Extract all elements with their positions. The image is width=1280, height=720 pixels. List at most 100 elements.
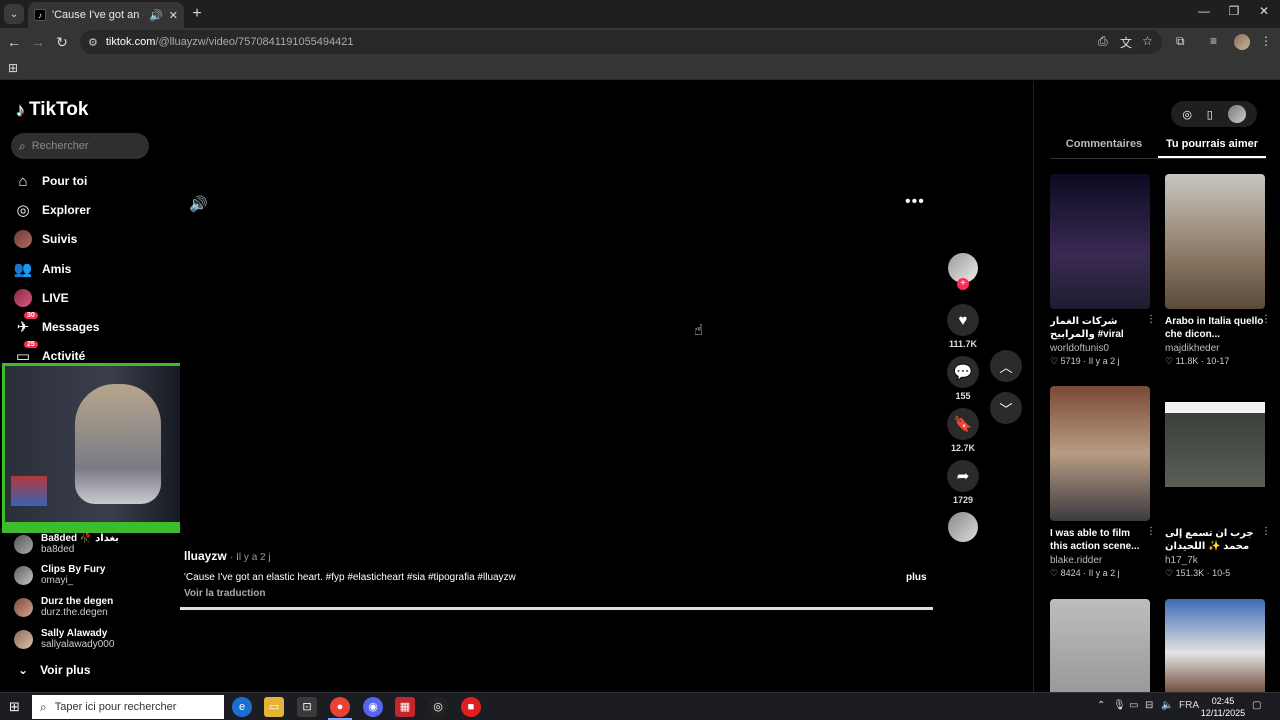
suggested-video-card[interactable]: جرب ان تسمع إلى محمد ✨ اللحيدان راحه نفس…	[1165, 386, 1271, 579]
search-input[interactable]	[31, 140, 132, 152]
volume-icon[interactable]: 🔊	[189, 195, 208, 213]
account-avatar	[14, 597, 33, 617]
card-meta: ♡ 5719 · Il y a 2 j	[1050, 356, 1120, 366]
video-thumbnail[interactable]	[1165, 386, 1265, 521]
video-player[interactable]	[180, 181, 933, 611]
tab-comments[interactable]: Commentaires	[1050, 138, 1158, 158]
more-options-icon[interactable]: ⋮	[1146, 314, 1156, 325]
video-thumbnail[interactable]	[1050, 174, 1150, 309]
voicemeeter-icon[interactable]: ▦	[395, 697, 415, 717]
account-name: Ba8ded 🥀 بغداد	[41, 533, 119, 544]
nav-explore[interactable]: ◎ Explorer	[14, 199, 90, 221]
address-bar[interactable]: ⚙ tiktok.com /@lluayzw/video/75708411910…	[80, 30, 1162, 54]
account-handle: durz.the.degen	[41, 607, 108, 618]
new-tab-button[interactable]: +	[188, 5, 206, 23]
nav-messages[interactable]: ✈ 30 Messages	[14, 312, 100, 338]
like-action[interactable]: ♥ 111.7K	[947, 304, 979, 349]
edge-icon[interactable]: e	[232, 697, 252, 717]
tiktok-logo[interactable]: ♪ TikTok	[16, 99, 88, 121]
more-options-icon[interactable]: ⋮	[1146, 526, 1156, 537]
notification-icon[interactable]: ▢	[1252, 700, 1261, 711]
search-box[interactable]: ⌕	[11, 133, 149, 159]
comment-action[interactable]: 💬 155	[947, 356, 979, 401]
taskbar-clock[interactable]: 02:45 12/11/2025	[1200, 695, 1246, 719]
taskbar-search[interactable]: ⌕ Taper ici pour rechercher	[32, 695, 224, 719]
card-user: worldoftunis0	[1050, 343, 1109, 354]
suggested-video-card[interactable]: شركات الغمار والمرابيح #viral worldoftun…	[1050, 174, 1156, 367]
nav-for-you[interactable]: ⌂ Pour toi	[14, 170, 87, 192]
following-account-durz[interactable]: Durz the degen durz.the.degen	[14, 596, 113, 618]
see-translation-button[interactable]: Voir la traduction	[184, 588, 266, 599]
clock-date: 12/11/2025	[1200, 708, 1246, 718]
music-disc-avatar[interactable]	[948, 512, 978, 542]
video-progress-bar[interactable]	[180, 607, 933, 610]
video-thumbnail[interactable]	[1050, 386, 1150, 521]
suggested-video-card[interactable]: I was able to film this action scene... …	[1050, 386, 1156, 579]
extensions-icon[interactable]: ⧉	[1176, 34, 1185, 49]
following-account-ba8ded[interactable]: Ba8ded 🥀 بغداد ba8ded	[14, 533, 119, 555]
previous-video-button[interactable]: ︿	[990, 350, 1022, 382]
more-options-icon[interactable]: •••	[905, 193, 925, 211]
media-controls-icon[interactable]: ≡	[1210, 34, 1217, 48]
nav-live[interactable]: LIVE	[14, 287, 69, 309]
apps-grid-icon[interactable]: ⊞	[8, 61, 18, 75]
video-thumbnail[interactable]	[1165, 174, 1265, 309]
language-indicator[interactable]: FRA	[1179, 700, 1199, 711]
file-explorer-icon[interactable]: ▭	[264, 697, 284, 717]
browser-tab-active[interactable]: ♪ 'Cause I've got an elastic he... 🔊 ✕	[28, 2, 184, 28]
volume-tray-icon[interactable]: 🔈	[1161, 700, 1173, 711]
obs-icon[interactable]: ◎	[428, 697, 448, 717]
caption-more-button[interactable]: plus	[906, 572, 927, 583]
windows-start-icon[interactable]: ⊞	[9, 699, 20, 715]
share-icon: ➦	[947, 460, 979, 492]
tab-you-may-like[interactable]: Tu pourrais aimer	[1158, 138, 1266, 158]
nav-friends[interactable]: 👥 Amis	[14, 258, 72, 280]
tab-title: 'Cause I've got an elastic he...	[52, 9, 143, 21]
user-avatar[interactable]	[1227, 105, 1246, 123]
profile-avatar[interactable]	[1234, 34, 1250, 50]
follow-plus-icon[interactable]: +	[957, 278, 969, 290]
speaker-icon[interactable]: 🔊	[149, 9, 163, 22]
next-video-button[interactable]: ﹀	[990, 392, 1022, 424]
restore-icon[interactable]: ❐	[1224, 4, 1244, 18]
following-account-clips-by-fury[interactable]: Clips By Fury omayi_	[14, 564, 105, 586]
forward-icon[interactable]: →	[28, 32, 48, 52]
phone-icon[interactable]: ▯	[1207, 108, 1213, 121]
more-options-icon[interactable]: ⋮	[1261, 314, 1271, 325]
nav-following[interactable]: Suivis	[14, 228, 77, 250]
minimize-icon[interactable]: —	[1194, 4, 1214, 18]
nav-label: Messages	[42, 320, 100, 334]
more-options-icon[interactable]: ⋮	[1261, 526, 1271, 537]
card-meta: ♡ 151.3K · 10-5	[1165, 568, 1231, 578]
browser-menu-icon[interactable]: ⋮	[1260, 34, 1272, 48]
window-close-icon[interactable]: ✕	[1254, 4, 1274, 18]
display-icon[interactable]: ▭	[1129, 700, 1138, 711]
recording-app-icon[interactable]: ■	[461, 697, 481, 717]
network-icon[interactable]: ⊟	[1145, 700, 1153, 711]
tray-chevron-icon[interactable]: ⌃	[1097, 700, 1105, 711]
video-author[interactable]: lluayzw · Il y a 2 j	[184, 549, 271, 563]
microphone-icon[interactable]: 🎙	[1113, 700, 1126, 711]
install-app-icon[interactable]: ⎙	[1098, 34, 1108, 49]
reload-icon[interactable]: ↻	[52, 32, 72, 52]
browser-tabstrip: ⌄ ♪ 'Cause I've got an elastic he... 🔊 ✕…	[0, 0, 1280, 28]
tab-search-button[interactable]: ⌄	[4, 4, 24, 24]
account-name: Sally Alawady	[41, 628, 108, 639]
site-info-icon[interactable]: ⚙	[88, 36, 98, 49]
discord-icon[interactable]: ◉	[363, 697, 383, 717]
suggested-video-card[interactable]: Arabo in Italia quello che dicon... majd…	[1165, 174, 1271, 367]
see-more-button[interactable]: ⌄ Voir plus	[18, 663, 91, 677]
close-icon[interactable]: ✕	[169, 9, 178, 22]
url-host: tiktok.com	[105, 36, 156, 48]
store-icon[interactable]: ⊡	[297, 697, 317, 717]
share-action[interactable]: ➦ 1729	[947, 460, 979, 505]
chevron-down-icon: ⌄	[18, 663, 29, 677]
explore-icon[interactable]: ◎	[1182, 108, 1192, 121]
search-icon: ⌕	[40, 699, 47, 714]
translate-icon[interactable]: 文	[1120, 34, 1132, 51]
back-icon[interactable]: ←	[4, 32, 24, 52]
bookmark-star-icon[interactable]: ☆	[1142, 34, 1153, 48]
chrome-icon[interactable]: ●	[330, 697, 350, 717]
save-action[interactable]: 🔖 12.7K	[947, 408, 979, 453]
following-account-sally[interactable]: Sally Alawady sallyalawady000	[14, 628, 114, 650]
